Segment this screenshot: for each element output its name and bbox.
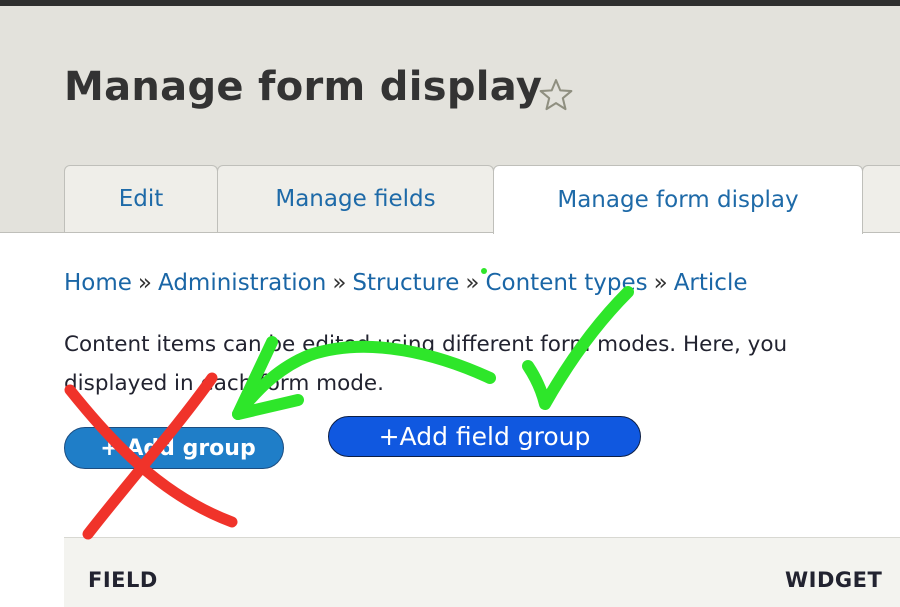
star-icon[interactable] <box>537 76 575 114</box>
column-header-widget: WIDGET <box>785 568 883 592</box>
add-group-button[interactable]: + Add group <box>64 427 284 469</box>
table-header: FIELD WIDGET <box>64 537 900 607</box>
tab-manage-form-display[interactable]: Manage form display <box>493 165 863 234</box>
breadcrumb-content-types[interactable]: Content types <box>485 270 647 296</box>
breadcrumb-structure[interactable]: Structure <box>352 270 459 296</box>
breadcrumb-article[interactable]: Article <box>674 270 748 296</box>
breadcrumb-administration[interactable]: Administration <box>158 270 326 296</box>
page-title: Manage form display <box>64 64 543 110</box>
breadcrumb-separator: » <box>137 270 152 296</box>
tab-manage-fields-label: Manage fields <box>275 186 436 212</box>
tab-more[interactable] <box>862 165 900 232</box>
page-description: Content items can be edited using differ… <box>64 325 900 403</box>
breadcrumb-separator: » <box>465 270 480 296</box>
description-line-2: displayed in each form mode. <box>64 371 384 396</box>
tab-edit[interactable]: Edit <box>64 165 218 232</box>
breadcrumb-separator: » <box>653 270 668 296</box>
tab-manage-form-display-label: Manage form display <box>557 187 799 213</box>
column-header-field: FIELD <box>88 568 158 592</box>
breadcrumb: Home» Administration» Structure» Content ty… <box>64 270 748 296</box>
breadcrumb-separator: » <box>332 270 347 296</box>
add-field-group-button[interactable]: +Add field group <box>328 416 641 457</box>
description-line-1: Content items can be edited using differ… <box>64 332 788 357</box>
tab-edit-label: Edit <box>118 186 164 212</box>
breadcrumb-home[interactable]: Home <box>64 270 132 296</box>
tab-manage-fields[interactable]: Manage fields <box>217 165 494 232</box>
